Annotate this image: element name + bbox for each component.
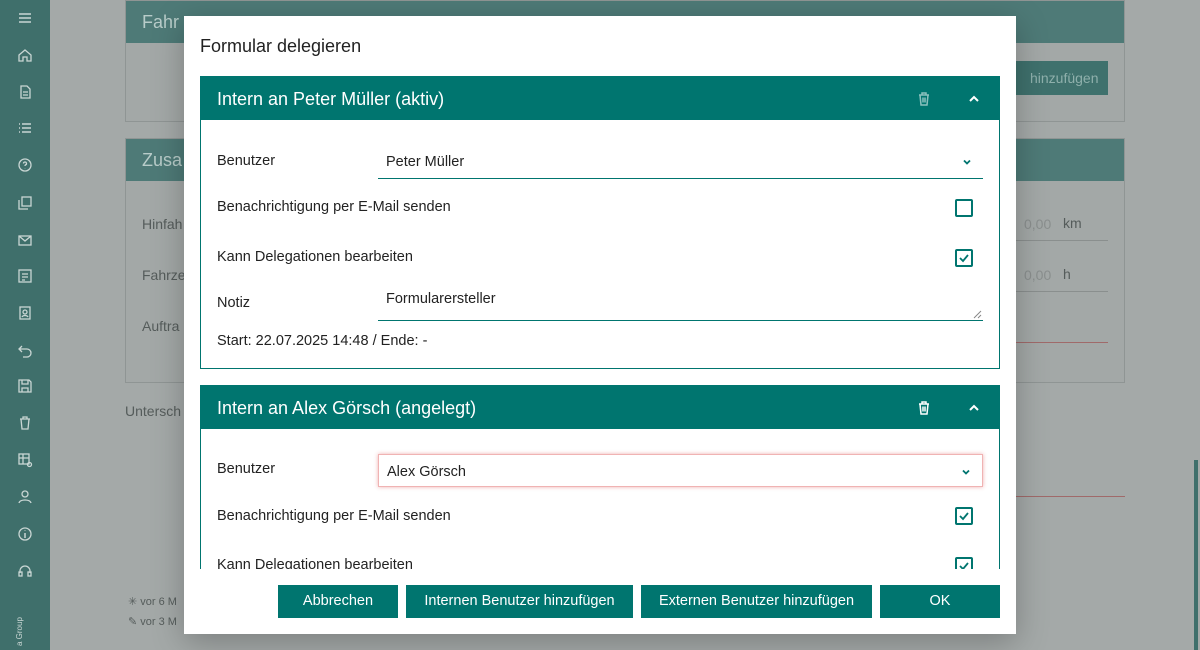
- note-label: Notiz: [217, 295, 251, 311]
- chevron-down-icon: [960, 466, 972, 478]
- trash-icon[interactable]: [915, 90, 933, 108]
- info-icon[interactable]: [17, 526, 33, 542]
- trash-icon[interactable]: [17, 415, 33, 431]
- email-notification-label: Benachrichtigung per E-Mail senden: [217, 508, 451, 524]
- save-icon[interactable]: [17, 378, 33, 394]
- resize-handle-icon[interactable]: [972, 309, 982, 319]
- delegation-panel-title: Intern an Alex Görsch (angelegt): [217, 398, 477, 418]
- bg-h-value: 0,00: [1024, 267, 1052, 283]
- add-internal-user-button[interactable]: Internen Benutzer hinzufügen: [406, 585, 633, 618]
- bg-scrollbar[interactable]: [1194, 460, 1198, 650]
- email-notification-checkbox[interactable]: [955, 507, 973, 525]
- can-edit-delegations-checkbox[interactable]: [955, 249, 973, 267]
- trash-icon[interactable]: [915, 399, 933, 417]
- bg-created-text: ✳ vor 6 M: [128, 596, 177, 608]
- dialog-content[interactable]: Intern an Peter Müller (aktiv) Benutzer …: [200, 76, 1000, 569]
- delegation-panel-peter: Intern an Peter Müller (aktiv) Benutzer …: [200, 76, 1000, 369]
- chevron-up-icon[interactable]: [965, 399, 983, 417]
- bg-hinfahrt-label: Hinfah: [142, 216, 183, 232]
- mail-icon[interactable]: [17, 232, 33, 248]
- can-edit-delegations-label: Kann Delegationen bearbeiten: [217, 249, 413, 265]
- home-icon[interactable]: [17, 47, 33, 63]
- bg-unterschrift-label: Untersch: [125, 403, 182, 419]
- delegation-panel-header[interactable]: Intern an Alex Görsch (angelegt): [201, 386, 999, 429]
- delegation-panel-title: Intern an Peter Müller (aktiv): [217, 89, 445, 109]
- help-icon[interactable]: [17, 157, 33, 173]
- form-icon[interactable]: [17, 268, 33, 284]
- user-select-value: Alex Görsch: [387, 464, 466, 480]
- chevron-up-icon[interactable]: [965, 90, 983, 108]
- undo-icon[interactable]: [17, 342, 33, 358]
- email-notification-checkbox[interactable]: [955, 199, 973, 217]
- add-external-user-button[interactable]: Externen Benutzer hinzufügen: [641, 585, 872, 618]
- brand-text: a Group: [15, 617, 24, 646]
- user-select[interactable]: Alex Görsch: [378, 454, 983, 487]
- user-select-value: Peter Müller: [386, 154, 465, 170]
- checkmark-icon: [959, 562, 969, 569]
- note-value: Formularersteller: [386, 291, 496, 307]
- bg-auftrag-label: Auftra: [142, 318, 180, 334]
- list-icon[interactable]: [17, 120, 33, 136]
- user-label: Benutzer: [217, 461, 276, 477]
- menu-icon[interactable]: [17, 10, 33, 26]
- start-end-text: Start: 22.07.2025 14:48 / Ende: -: [217, 333, 428, 349]
- table-settings-icon[interactable]: [17, 452, 33, 468]
- ok-button[interactable]: OK: [880, 585, 1000, 618]
- bg-edited-text: ✎ vor 3 M: [128, 616, 177, 628]
- note-textarea[interactable]: Formularersteller: [378, 283, 983, 321]
- checkmark-icon: [959, 512, 969, 521]
- checkmark-icon: [959, 254, 969, 263]
- delegate-dialog: Formular delegieren Intern an Peter Müll…: [184, 16, 1016, 634]
- user-label: Benutzer: [217, 153, 276, 169]
- bg-h-unit: h: [1063, 266, 1071, 282]
- badge-icon[interactable]: [17, 305, 33, 321]
- bg-fahrzeit-label: Fahrze: [142, 267, 186, 283]
- user-select[interactable]: Peter Müller: [378, 145, 983, 179]
- document-icon[interactable]: [17, 84, 33, 100]
- sidebar: a Group: [0, 0, 50, 650]
- can-edit-delegations-checkbox[interactable]: [955, 557, 973, 569]
- cancel-button[interactable]: Abbrechen: [278, 585, 398, 618]
- bg-km-value: 0,00: [1024, 216, 1052, 232]
- chevron-down-icon: [961, 156, 973, 168]
- email-notification-label: Benachrichtigung per E-Mail senden: [217, 199, 451, 215]
- delegation-panel-header[interactable]: Intern an Peter Müller (aktiv): [201, 77, 999, 120]
- can-edit-delegations-label: Kann Delegationen bearbeiten: [217, 557, 413, 569]
- dialog-title: Formular delegieren: [200, 36, 362, 56]
- delegation-panel-alex: Intern an Alex Görsch (angelegt) Benutze…: [200, 385, 1000, 569]
- user-icon[interactable]: [17, 489, 33, 505]
- headset-icon[interactable]: [17, 563, 33, 579]
- bg-add-button: hinzufügen: [1016, 61, 1108, 95]
- bg-km-unit: km: [1063, 215, 1082, 231]
- copy-icon[interactable]: [17, 195, 33, 211]
